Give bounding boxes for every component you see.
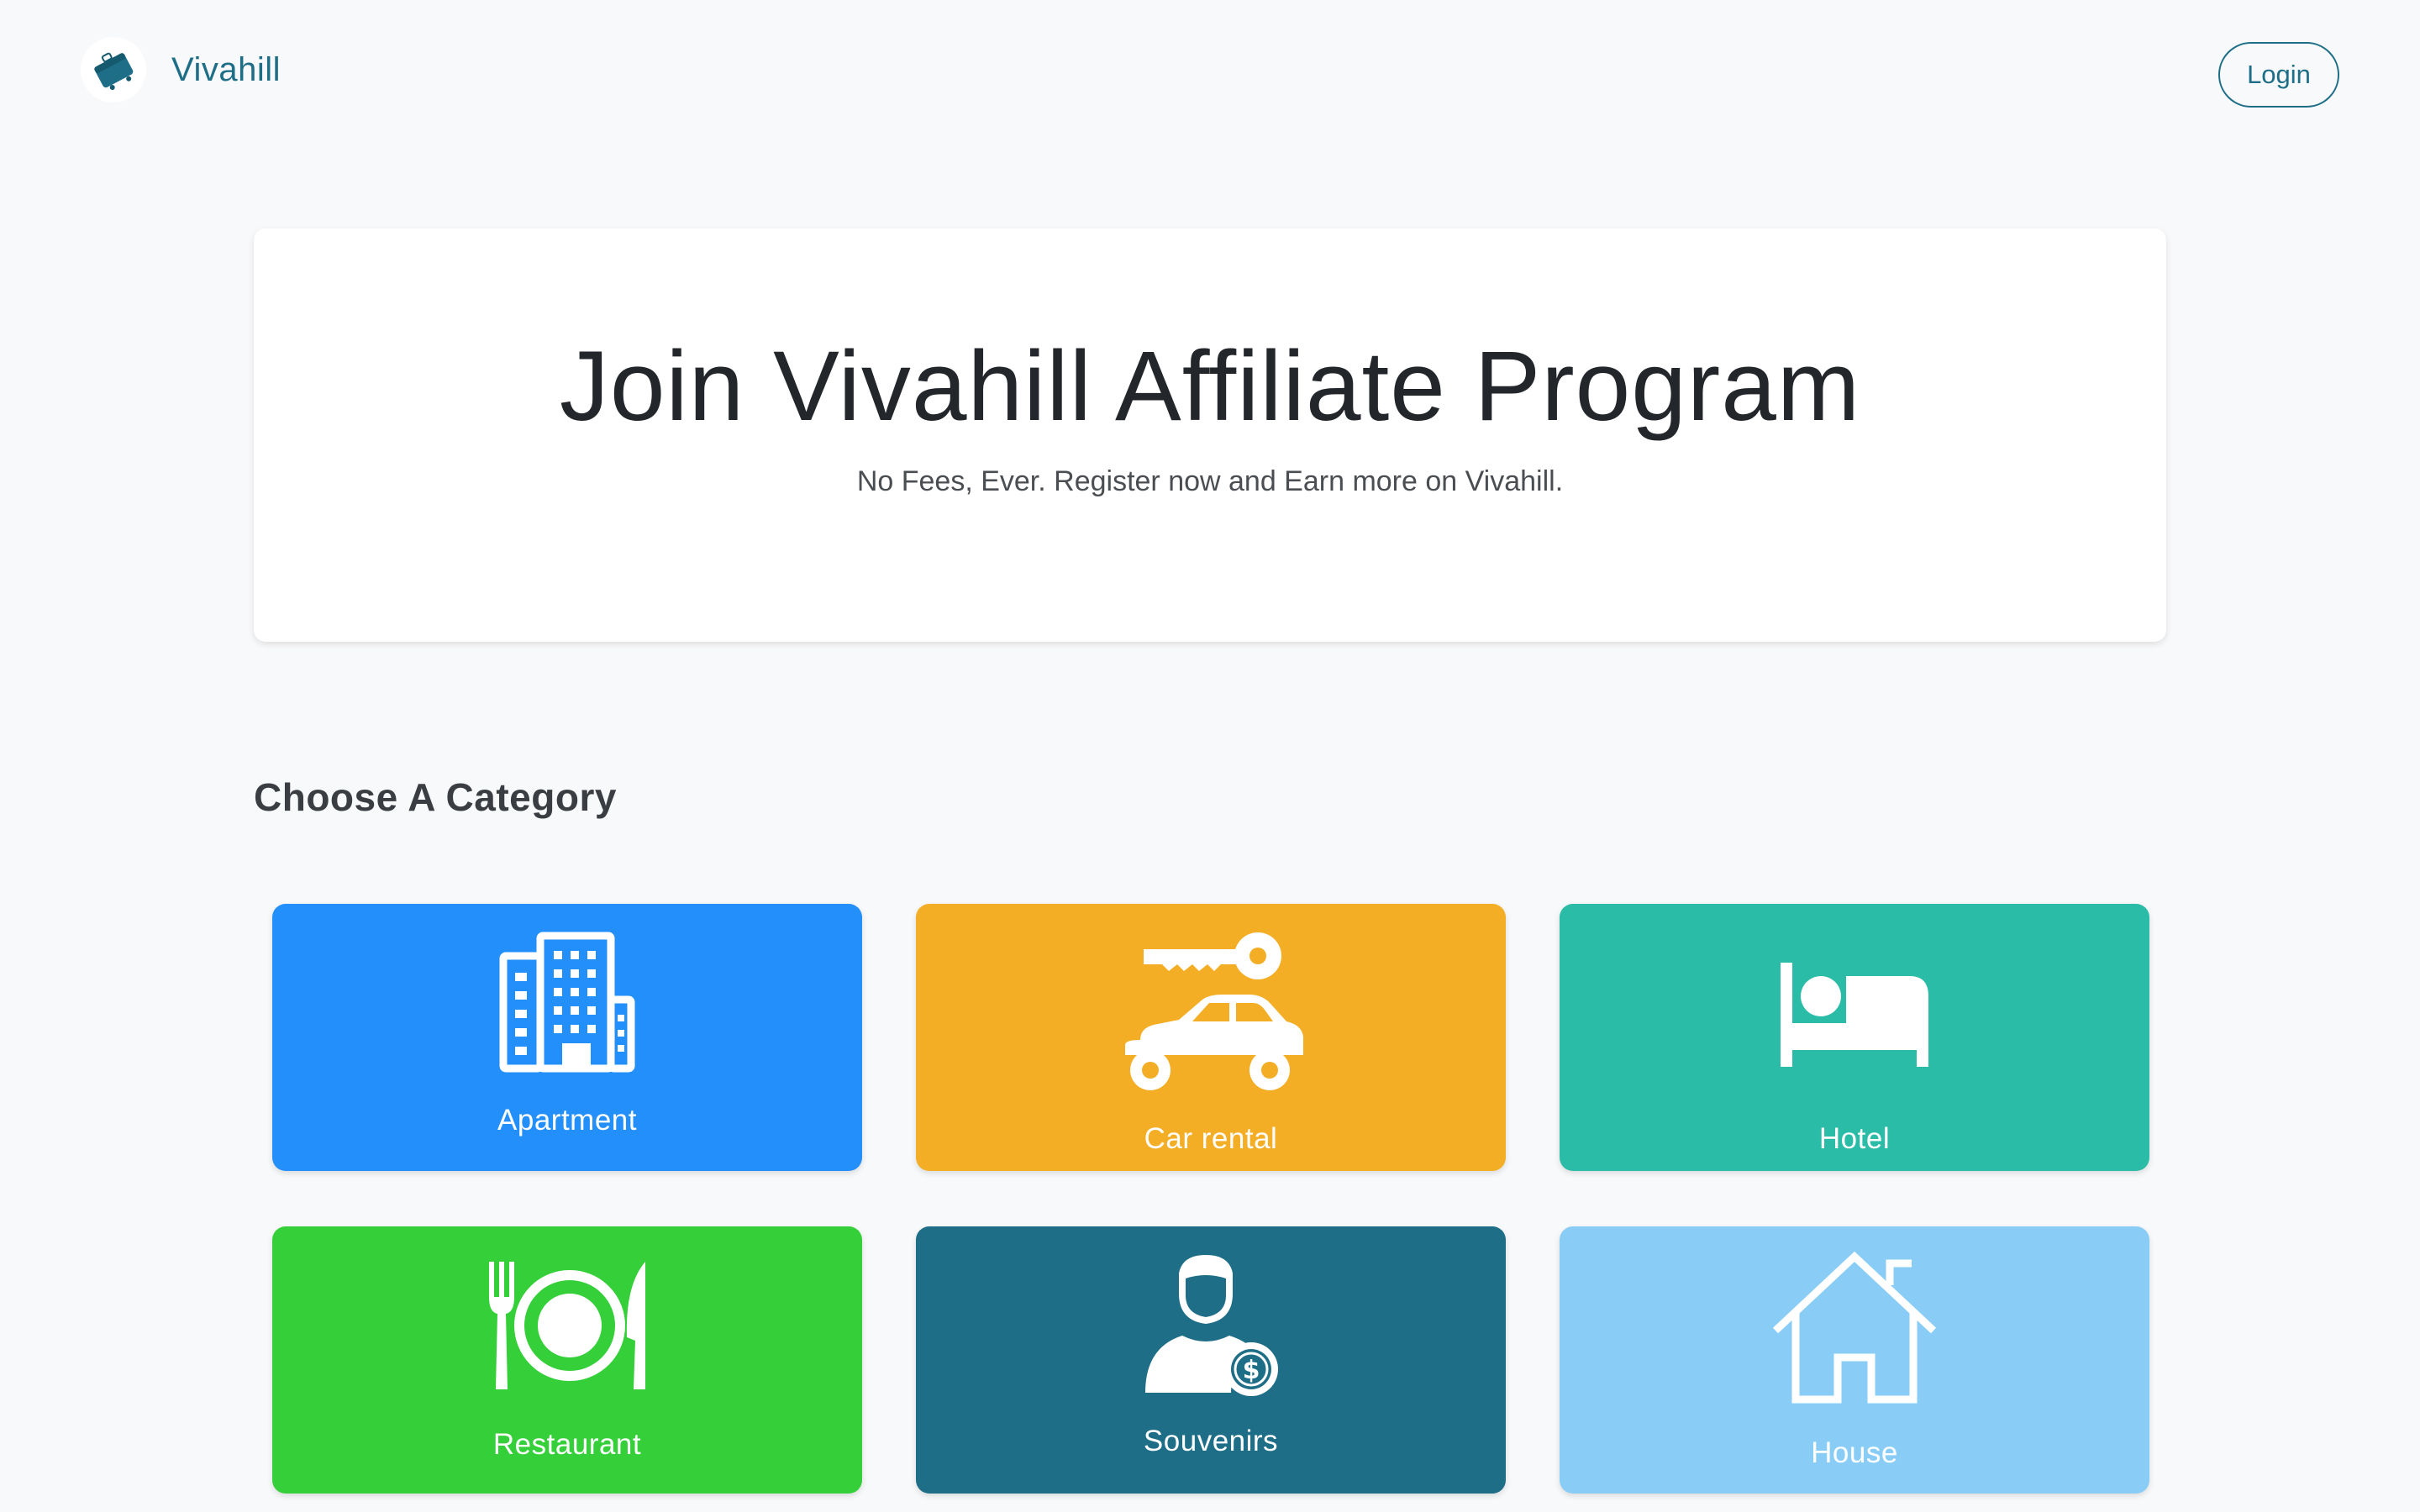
category-tile-apartment[interactable]: Apartment	[272, 904, 862, 1171]
page: Vivahill Login Join Vivahill Affiliate P…	[0, 0, 2420, 1512]
bed-icon	[1560, 963, 2149, 1067]
category-tile-souvenirs[interactable]: $ Souvenirs	[916, 1226, 1506, 1494]
category-tile-hotel[interactable]: Hotel	[1560, 904, 2149, 1171]
brand-link[interactable]: Vivahill	[81, 37, 281, 102]
section-title: Choose A Category	[254, 775, 617, 819]
category-tile-house[interactable]: House	[1560, 1226, 2149, 1494]
category-tile-restaurant[interactable]: Restaurant	[272, 1226, 862, 1494]
hero-subtitle: No Fees, Ever. Register now and Earn mor…	[856, 465, 1564, 497]
category-label: Hotel	[1818, 1122, 1891, 1155]
building-icon	[272, 931, 862, 1074]
category-tile-car-rental[interactable]: Car rental	[916, 904, 1506, 1171]
brand-name: Vivahill	[171, 50, 281, 88]
car-key-icon	[916, 929, 1506, 1094]
plate-cutlery-icon	[272, 1260, 862, 1391]
category-label: Restaurant	[492, 1428, 642, 1461]
category-label: Apartment	[497, 1104, 637, 1137]
login-button[interactable]: Login	[2218, 42, 2339, 108]
person-dollar-icon: $	[916, 1253, 1506, 1396]
category-label: Car rental	[1144, 1122, 1278, 1155]
svg-text:$: $	[1243, 1356, 1260, 1385]
category-label: House	[1811, 1436, 1898, 1469]
logo-icon	[81, 37, 146, 102]
hero-title: Join Vivahill Affiliate Program	[559, 331, 1861, 442]
house-icon	[1560, 1252, 2149, 1404]
category-label: Souvenirs	[1143, 1425, 1279, 1457]
